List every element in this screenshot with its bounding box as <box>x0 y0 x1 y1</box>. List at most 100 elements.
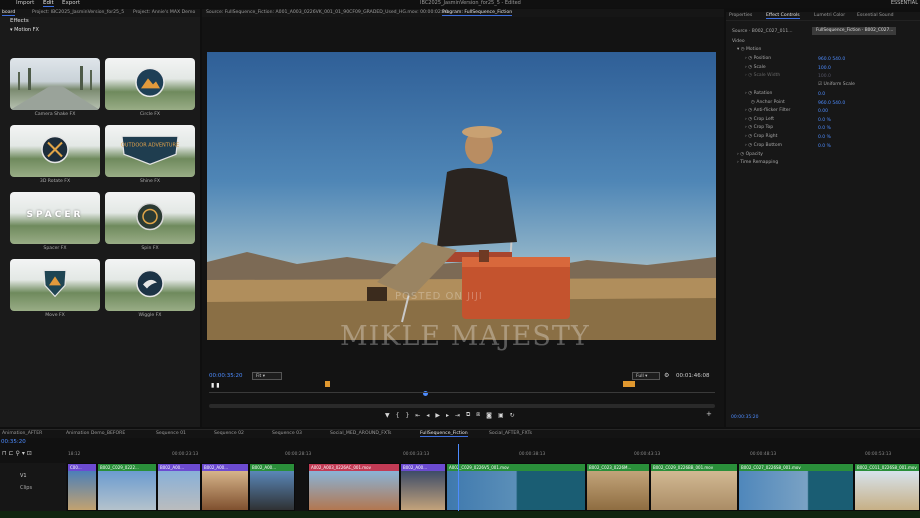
marker-orange-1[interactable] <box>325 381 330 387</box>
timeline-clip[interactable]: B002_A00... <box>157 463 201 511</box>
ec-uniform-scale[interactable]: ☑ Uniform Scale <box>818 82 855 87</box>
insert-icon[interactable]: ⧉ <box>466 411 470 419</box>
loop-icon[interactable]: ↻ <box>510 412 515 419</box>
ec-crop-bottom-label: Crop Bottom <box>753 143 783 148</box>
tab-seq-02[interactable]: Sequence 02 <box>214 431 244 436</box>
fit-dropdown[interactable]: Fit ▾ <box>252 372 282 380</box>
timeline-playhead[interactable] <box>458 444 459 514</box>
ec-position[interactable]: › ◷ Position <box>745 56 771 61</box>
mark-in-icon[interactable]: { <box>396 412 400 419</box>
fx-card-move[interactable] <box>10 259 100 311</box>
tab-effect-controls[interactable]: Effect Controls <box>766 13 800 19</box>
tab-seq-fullsequence[interactable]: FullSequence_Fiction <box>420 431 468 437</box>
ec-clip-header[interactable]: FullSequence_Fiction · B002_C027... <box>812 27 896 35</box>
tab-seq-animation-before[interactable]: Animation Demo_BEFORE <box>66 431 125 436</box>
timeline-clip[interactable]: B002_C029_0222... <box>97 463 157 511</box>
step-back-icon[interactable]: ◂ <box>426 412 429 419</box>
play-icon[interactable]: ▶ <box>435 412 440 419</box>
ec-crop-left-value[interactable]: 0.0 % <box>818 118 831 123</box>
track-header-v1[interactable]: V1 Clips <box>0 463 66 511</box>
ec-crop-left[interactable]: › ◷ Crop Left <box>745 117 774 122</box>
go-to-in-icon[interactable]: ⇤ <box>415 412 420 419</box>
compare-icon[interactable]: ▣ <box>498 412 504 419</box>
timeline-clip[interactable]: B002_A00... <box>249 463 295 511</box>
step-forward-icon[interactable]: ▸ <box>446 412 449 419</box>
ec-anchor-point-value[interactable]: 960.0 540.0 <box>818 101 845 106</box>
fx-card-spacer[interactable]: SPACER <box>10 192 100 244</box>
ec-crop-bottom[interactable]: › ◷ Crop Bottom <box>745 143 782 148</box>
motion-fx-folder[interactable]: ▾ Motion FX <box>10 27 39 33</box>
fx-card-spin[interactable] <box>105 192 195 244</box>
tick-4: 00:00:38:13 <box>519 452 546 457</box>
tab-seq-animation-after[interactable]: Animation_AFTER <box>2 431 42 436</box>
ec-time-remapping[interactable]: › Time Remapping <box>737 160 778 165</box>
tab-properties[interactable]: Properties <box>729 13 752 18</box>
timeline-clip[interactable]: A002_C029_0226V5_001.mov <box>446 463 586 511</box>
mark-out-icon[interactable]: } <box>405 412 409 419</box>
fx-card-shine[interactable]: OUTDOOR ADVENTURE <box>105 125 195 177</box>
timeline-clip[interactable]: B002_C023_0226M... <box>586 463 650 511</box>
ec-crop-top[interactable]: › ◷ Crop Top <box>745 125 773 130</box>
marker-icon[interactable]: ▼ <box>385 412 390 419</box>
fx-card-camera-shake[interactable] <box>10 58 100 110</box>
wrench-icon[interactable]: ⚙ <box>664 372 669 379</box>
audio-track[interactable] <box>0 511 920 518</box>
timeline-clip[interactable]: B002_C011_0226S8_001.mov <box>854 463 920 511</box>
program-timecode[interactable]: 00:00:35:20 <box>209 373 243 379</box>
ec-crop-bottom-value[interactable]: 0.0 % <box>818 144 831 149</box>
timeline-clip[interactable]: B002_C029_0226BB_001.mov <box>650 463 738 511</box>
ec-rotation-value[interactable]: 0.0 <box>818 92 825 97</box>
quality-dropdown[interactable]: Full ▾ <box>632 372 660 380</box>
marker-orange-2[interactable] <box>623 381 635 387</box>
fx-card-circle[interactable] <box>105 58 195 110</box>
ec-anti-flicker-value[interactable]: 0.00 <box>818 109 828 114</box>
ec-crop-right-value[interactable]: 0.0 % <box>818 135 831 140</box>
ec-scale-width-value[interactable]: 100.0 <box>818 74 831 79</box>
ec-crop-right[interactable]: › ◷ Crop Right <box>745 134 777 139</box>
in-out-markers[interactable]: ▮ ▮ <box>211 382 220 389</box>
tab-board[interactable]: board <box>2 10 16 16</box>
ec-crop-top-value[interactable]: 0.0 % <box>818 126 831 131</box>
ec-position-value[interactable]: 960.0 540.0 <box>818 57 845 62</box>
tab-project-main[interactable]: Project: IBC2025_JasminVersion_for25_5 <box>32 10 124 15</box>
overwrite-icon[interactable]: ⧈ <box>476 411 480 419</box>
fx-card-3d-rotate[interactable] <box>10 125 100 177</box>
camera-icon[interactable]: ◙ <box>486 412 492 419</box>
fx-card-wiggle[interactable] <box>105 259 195 311</box>
timeline-clip[interactable]: B002_A00... <box>201 463 249 511</box>
snap-icon[interactable]: ⊓ ⊏ ⚲ ▾ ⊡ <box>2 450 32 457</box>
ec-anti-flicker[interactable]: › ◷ Anti-flicker Filter <box>745 108 790 113</box>
timeline-clip[interactable]: A002_A003_0226AC_001.mov <box>308 463 400 511</box>
tab-essential-sound[interactable]: Essential Sound <box>857 13 894 18</box>
ec-opacity[interactable]: › ◷ Opacity <box>737 152 763 157</box>
workspace-label[interactable]: ESSENTIAL <box>891 0 918 6</box>
tab-source-monitor[interactable]: Source: FullSequence_Fiction: A001_A003_… <box>206 10 448 15</box>
tab-seq-social-med[interactable]: Social_MED_AROUND_FXTs <box>330 431 391 436</box>
tab-seq-social-after[interactable]: Social_AFTER_FXTs <box>489 431 532 436</box>
timeline-timecode[interactable]: 00:35:20 <box>1 439 26 445</box>
program-ruler[interactable] <box>209 392 715 393</box>
ec-source-label[interactable]: Source · B002_C027_011... <box>732 29 793 34</box>
tab-seq-03[interactable]: Sequence 03 <box>272 431 302 436</box>
tab-program-monitor[interactable]: Program: FullSequence_Fiction <box>442 10 513 16</box>
ec-motion[interactable]: ▾ ◷ Motion <box>737 47 761 52</box>
ec-scale[interactable]: › ◷ Scale <box>745 65 766 70</box>
timeline-clip[interactable]: B002_C027_0226S8_001.mov <box>738 463 854 511</box>
tab-lumetri-color[interactable]: Lumetri Color <box>814 13 845 18</box>
ec-scale-value[interactable]: 100.0 <box>818 66 831 71</box>
ec-rotation[interactable]: › ◷ Rotation <box>745 91 772 96</box>
tab-seq-01[interactable]: Sequence 01 <box>156 431 186 436</box>
menu-import[interactable]: Import <box>16 0 34 6</box>
fit-label: Fit <box>256 374 262 379</box>
timeline-clip[interactable]: C00... <box>67 463 97 511</box>
ec-anchor-point[interactable]: ◷ Anchor Point <box>751 100 785 105</box>
go-to-out-icon[interactable]: ⇥ <box>455 412 460 419</box>
menu-edit[interactable]: Edit <box>43 0 54 7</box>
ec-scale-width[interactable]: › ◷ Scale Width <box>745 73 780 78</box>
tab-project-demo[interactable]: Project: Annie's MAX Demo <box>133 10 195 15</box>
ec-footer-timecode[interactable]: 00:00:35:20 <box>731 415 758 420</box>
menu-export[interactable]: Export <box>62 0 80 6</box>
add-button-icon[interactable]: + <box>706 410 712 418</box>
program-scrollbar[interactable] <box>209 404 715 408</box>
timeline-clip[interactable]: B002_A00... <box>400 463 446 511</box>
